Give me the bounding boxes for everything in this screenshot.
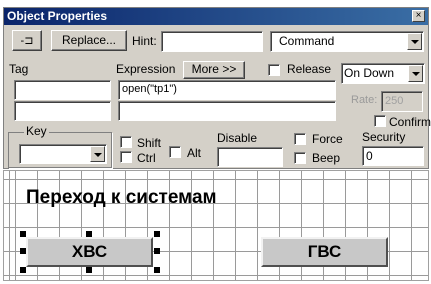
hint-input[interactable] bbox=[161, 31, 263, 52]
more-button[interactable]: More >> bbox=[183, 61, 245, 79]
canvas-heading[interactable]: Переход к системам bbox=[26, 187, 217, 209]
shift-label: Shift bbox=[137, 136, 162, 150]
trigger-value: On Down bbox=[344, 66, 395, 80]
release-label: Release bbox=[287, 62, 332, 76]
design-canvas[interactable]: Переход к системам ХВС ГВС bbox=[3, 170, 429, 281]
selection-handle[interactable] bbox=[20, 267, 26, 273]
selection-handle[interactable] bbox=[20, 231, 26, 237]
expression-input-2[interactable] bbox=[118, 101, 336, 121]
selection-handle[interactable] bbox=[20, 248, 26, 254]
window-title: Object Properties bbox=[7, 9, 108, 23]
security-input[interactable]: 0 bbox=[362, 146, 424, 166]
rate-input: 250 bbox=[381, 91, 423, 112]
key-label: Key bbox=[24, 124, 49, 138]
hint-label: Hint: bbox=[132, 34, 157, 48]
chevron-down-icon[interactable] bbox=[408, 65, 423, 82]
tag-input-2[interactable] bbox=[14, 101, 111, 121]
selection-handle[interactable] bbox=[86, 267, 92, 273]
title-bar[interactable]: Object Properties × bbox=[4, 8, 428, 25]
expression-input[interactable]: open("tp1") bbox=[118, 80, 336, 100]
replace-button[interactable]: Replace... bbox=[51, 30, 127, 51]
force-label: Force bbox=[312, 132, 343, 146]
disable-input[interactable] bbox=[217, 147, 283, 167]
selection-handle[interactable] bbox=[154, 267, 160, 273]
security-label: Security bbox=[362, 130, 406, 144]
tag-label: Tag bbox=[9, 62, 29, 76]
alt-checkbox[interactable] bbox=[169, 146, 181, 158]
rate-label: Rate: bbox=[351, 94, 378, 106]
expression-label: Expression bbox=[116, 62, 176, 76]
action-type-select[interactable]: Command bbox=[270, 31, 424, 52]
release-checkbox[interactable] bbox=[268, 64, 280, 76]
beep-label: Beep bbox=[312, 151, 341, 165]
tag-input[interactable] bbox=[14, 80, 111, 100]
selection-handle[interactable] bbox=[86, 231, 92, 237]
confirm-label: Confirm bbox=[389, 115, 431, 129]
selection-handle[interactable] bbox=[154, 248, 160, 254]
chevron-down-icon[interactable] bbox=[90, 146, 105, 162]
shift-checkbox[interactable] bbox=[120, 136, 132, 148]
hvs-button[interactable]: ХВС bbox=[26, 237, 153, 267]
pushpin-icon: -⊐ bbox=[20, 35, 34, 47]
trigger-select[interactable]: On Down bbox=[341, 63, 425, 84]
ctrl-label: Ctrl bbox=[137, 151, 156, 165]
selection-handle[interactable] bbox=[154, 231, 160, 237]
gvs-button[interactable]: ГВС bbox=[261, 237, 388, 267]
force-checkbox[interactable] bbox=[294, 133, 306, 145]
alt-label: Alt bbox=[187, 146, 202, 160]
beep-checkbox[interactable] bbox=[294, 152, 306, 164]
pin-button[interactable]: -⊐ bbox=[12, 30, 42, 51]
chevron-down-icon[interactable] bbox=[407, 33, 422, 50]
object-properties-window: Object Properties × -⊐ Replace... Hint: … bbox=[3, 7, 431, 169]
key-select[interactable] bbox=[19, 144, 107, 164]
disable-label: Disable bbox=[217, 131, 258, 145]
action-type-value: Command bbox=[279, 34, 335, 48]
close-button[interactable]: × bbox=[412, 10, 425, 22]
confirm-checkbox[interactable] bbox=[374, 115, 386, 127]
ctrl-checkbox[interactable] bbox=[120, 151, 132, 163]
